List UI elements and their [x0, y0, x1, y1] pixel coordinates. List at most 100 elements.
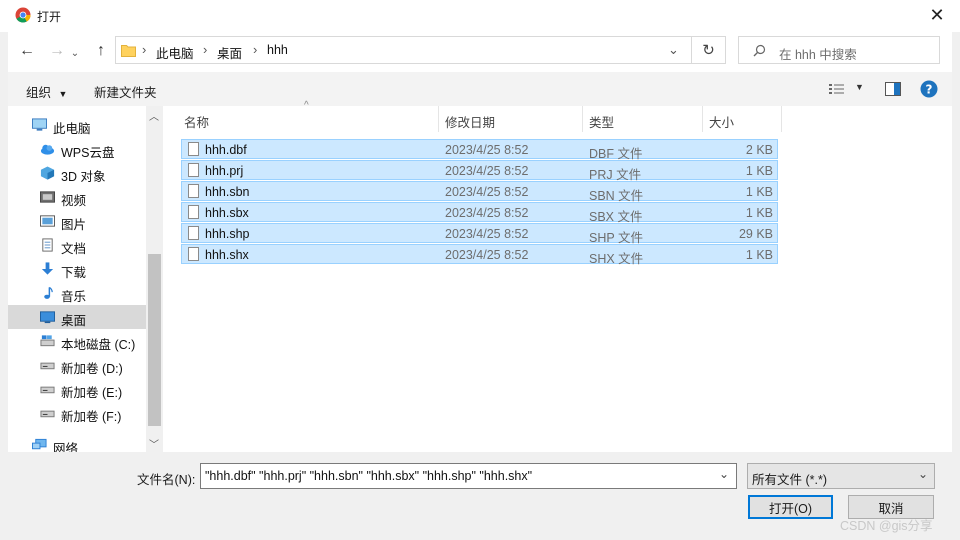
help-icon[interactable]: ? [920, 80, 938, 98]
address-history-button[interactable]: ⌄ [668, 42, 679, 58]
nav-item-label: 新加卷 (D:) [61, 362, 123, 376]
nav-item-videos[interactable]: 视频 [8, 186, 146, 208]
search-icon [753, 44, 766, 57]
file-date: 2023/4/25 8:52 [445, 143, 529, 157]
filetype-select[interactable]: 所有文件 (*.*) ⌄ [747, 463, 935, 489]
chevron-down-icon: ⌄ [719, 467, 730, 481]
up-button[interactable]: ↑ [90, 40, 112, 62]
table-row[interactable]: hhh.dbf 2023/4/25 8:52 DBF 文件 2 KB [181, 139, 778, 161]
forward-button[interactable]: → [46, 40, 68, 62]
table-row[interactable]: hhh.sbn 2023/4/25 8:52 SBN 文件 1 KB [181, 181, 778, 203]
nav-item-drive-c[interactable]: 本地磁盘 (C:) [8, 330, 146, 352]
new-folder-button[interactable]: 新建文件夹 [94, 82, 157, 101]
chevron-down-icon: ﹀ [149, 440, 159, 451]
search-input[interactable]: 在 hhh 中搜索 [738, 36, 940, 64]
table-row[interactable]: hhh.shp 2023/4/25 8:52 SHP 文件 29 KB [181, 223, 778, 245]
caret-down-icon: ▼ [58, 89, 68, 99]
address-bar[interactable]: › 此电脑 › 桌面 › hhh ⌄ [115, 36, 692, 64]
file-type: SHX 文件 [589, 252, 644, 266]
preview-pane-icon[interactable] [885, 82, 901, 96]
column-header-size[interactable]: 大小 [709, 112, 734, 131]
arrow-left-icon: ← [19, 42, 35, 59]
filename-history-button[interactable]: ⌄ [719, 467, 729, 481]
column-header-type[interactable]: 类型 [589, 112, 614, 131]
table-row[interactable]: hhh.prj 2023/4/25 8:52 PRJ 文件 1 KB [181, 160, 778, 182]
filetype-value: 所有文件 (*.*) [752, 473, 828, 487]
breadcrumb-hhh[interactable]: hhh [267, 43, 288, 57]
nav-item-label: 下载 [61, 266, 87, 280]
cube-icon [40, 166, 55, 180]
column-divider[interactable] [781, 106, 782, 132]
open-button[interactable]: 打开(O) [748, 495, 833, 519]
close-button[interactable]: ✕ [922, 0, 952, 30]
nav-item-documents[interactable]: 文档 [8, 234, 146, 256]
file-date: 2023/4/25 8:52 [445, 164, 529, 178]
nav-item-label: 图片 [61, 218, 87, 232]
chevron-up-icon: ︿ [149, 112, 159, 123]
window-title: 打开 [37, 10, 62, 24]
nav-scrollbar-thumb[interactable] [148, 254, 161, 426]
table-row[interactable]: hhh.sbx 2023/4/25 8:52 SBX 文件 1 KB [181, 202, 778, 224]
drive-icon [40, 335, 55, 347]
desktop-icon [40, 311, 55, 324]
nav-item-label: 桌面 [61, 314, 87, 328]
column-divider[interactable] [438, 106, 439, 132]
file-icon [188, 226, 199, 240]
drive-icon [40, 410, 55, 418]
right-frame [952, 32, 960, 540]
table-row[interactable]: hhh.shx 2023/4/25 8:52 SHX 文件 1 KB [181, 244, 778, 266]
nav-item-wps-cloud[interactable]: WPS云盘 [8, 138, 146, 160]
file-name: hhh.sbx [205, 206, 249, 220]
file-icon [188, 247, 199, 261]
recent-locations-button[interactable]: ⌄ [67, 42, 83, 64]
chevron-down-icon: ⌄ [668, 42, 679, 57]
nav-item-pictures[interactable]: 图片 [8, 210, 146, 232]
nav-item-label: 音乐 [61, 290, 87, 304]
filename-input[interactable]: "hhh.dbf" "hhh.prj" "hhh.sbn" "hhh.sbx" … [200, 463, 737, 489]
view-options-button[interactable]: ▼ [829, 81, 867, 97]
column-divider[interactable] [702, 106, 703, 132]
nav-item-drive-d[interactable]: 新加卷 (D:) [8, 354, 146, 376]
file-name: hhh.prj [205, 164, 244, 178]
nav-item-label: 3D 对象 [61, 170, 106, 184]
file-name: hhh.sbn [205, 185, 250, 199]
file-size: 1 KB [745, 206, 773, 220]
file-date: 2023/4/25 8:52 [445, 227, 529, 241]
refresh-button[interactable]: ↻ [692, 36, 726, 64]
svg-text:?: ? [926, 83, 933, 97]
nav-item-drive-f[interactable]: 新加卷 (F:) [8, 402, 146, 424]
breadcrumb-separator: › [142, 42, 147, 57]
column-header-date[interactable]: 修改日期 [445, 112, 495, 131]
scroll-down-arrow[interactable]: ﹀ [149, 436, 159, 451]
sort-up-icon: ^ [304, 100, 309, 111]
breadcrumb-separator: › [203, 42, 208, 57]
nav-item-label: 新加卷 (F:) [61, 410, 122, 424]
watermark: CSDN @gis分享 [840, 519, 933, 533]
file-date: 2023/4/25 8:52 [445, 248, 529, 262]
nav-item-downloads[interactable]: 下载 [8, 258, 146, 280]
back-button[interactable]: ← [16, 40, 38, 62]
file-date: 2023/4/25 8:52 [445, 206, 529, 220]
organize-button[interactable]: 组织 ▼ [26, 82, 67, 101]
nav-item-label: 新加卷 (E:) [61, 386, 123, 400]
filename-value: "hhh.dbf" "hhh.prj" "hhh.sbn" "hhh.sbx" … [205, 469, 533, 483]
nav-item-drive-e[interactable]: 新加卷 (E:) [8, 378, 146, 400]
refresh-icon: ↻ [702, 42, 715, 59]
column-header-name[interactable]: 名称 [184, 112, 209, 131]
nav-item-3d-objects[interactable]: 3D 对象 [8, 162, 146, 184]
file-icon [188, 163, 199, 177]
nav-item-music[interactable]: 音乐 [8, 282, 146, 304]
nav-item-label: 视频 [61, 194, 87, 208]
nav-item-label: 文档 [61, 242, 87, 256]
breadcrumb-this-pc[interactable]: 此电脑 [156, 43, 194, 62]
nav-item-this-pc[interactable]: 此电脑 [0, 114, 138, 136]
left-frame [0, 32, 8, 540]
chevron-down-icon: ⌄ [70, 47, 80, 59]
breadcrumb-desktop[interactable]: 桌面 [217, 43, 242, 62]
file-name: hhh.shp [205, 227, 250, 241]
details-view-icon [829, 84, 844, 94]
scroll-up-arrow[interactable]: ︿ [149, 108, 159, 123]
column-divider[interactable] [582, 106, 583, 132]
nav-item-desktop[interactable]: 桌面 [8, 306, 146, 328]
chevron-down-icon: ⌄ [918, 467, 929, 481]
